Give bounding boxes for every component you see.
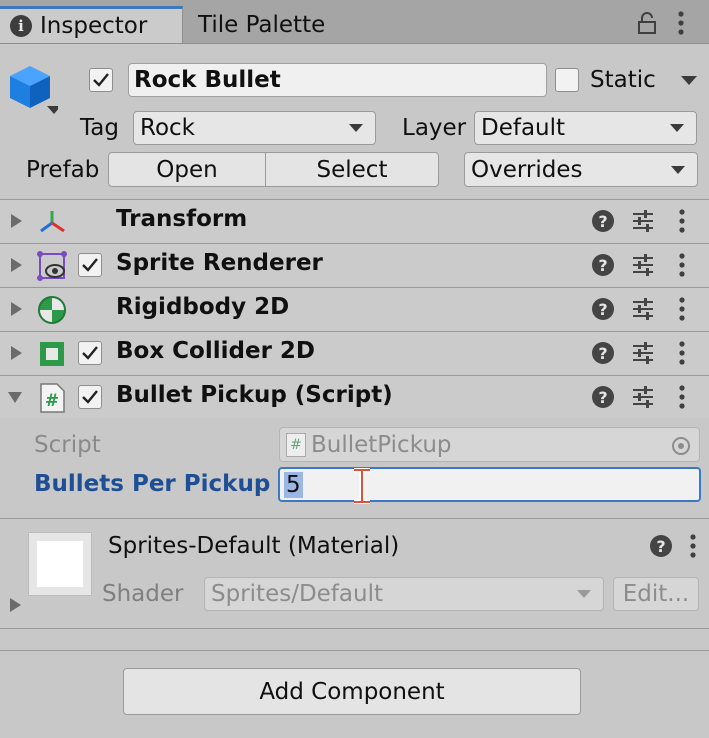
kebab-menu-icon[interactable] xyxy=(675,384,689,410)
material-preview-thumbnail xyxy=(28,532,92,596)
shader-dropdown: Sprites/Default xyxy=(204,577,604,611)
checkmark-icon xyxy=(82,258,98,272)
sprite-renderer-icon xyxy=(37,251,67,281)
foldout-arrow-icon[interactable] xyxy=(11,346,22,360)
overrides-dropdown[interactable]: Overrides xyxy=(464,152,698,187)
prefab-open-label: Open xyxy=(156,156,218,183)
foldout-arrow-icon[interactable] xyxy=(11,258,22,272)
text-cursor-icon xyxy=(354,468,370,504)
material-foldout-arrow-icon[interactable] xyxy=(10,598,21,612)
script-value: BulletPickup xyxy=(311,431,452,458)
preset-sliders-icon[interactable] xyxy=(632,342,654,364)
component-title: Transform xyxy=(116,206,248,232)
layer-dropdown[interactable]: Default xyxy=(474,111,697,145)
component-enabled-checkbox[interactable] xyxy=(78,253,102,277)
bullets-per-pickup-field[interactable]: 5 xyxy=(278,467,701,502)
chevron-down-icon xyxy=(577,590,591,598)
kebab-menu-icon[interactable] xyxy=(675,208,689,234)
checkmark-icon xyxy=(82,390,98,404)
rigidbody2d-icon xyxy=(38,296,66,324)
tag-value: Rock xyxy=(140,115,195,141)
component-title: Bullet Pickup (Script) xyxy=(116,382,393,408)
overrides-label: Overrides xyxy=(471,156,583,183)
kebab-menu-icon[interactable] xyxy=(672,10,690,36)
component-title: Box Collider 2D xyxy=(116,338,316,364)
component-header-rigidbody-2d[interactable]: Rigidbody 2D ? xyxy=(0,287,709,330)
object-picker-icon[interactable] xyxy=(671,436,691,456)
shader-edit-label: Edit... xyxy=(622,581,690,607)
help-icon[interactable]: ? xyxy=(592,298,614,320)
active-checkbox[interactable] xyxy=(89,68,113,92)
tag-label: Tag xyxy=(80,115,119,141)
static-dropdown-arrow-icon[interactable] xyxy=(681,76,697,85)
separator xyxy=(0,518,709,519)
component-header-sprite-renderer[interactable]: Sprite Renderer ? xyxy=(0,243,709,286)
tab-inspector[interactable]: i Inspector xyxy=(0,6,183,43)
help-icon[interactable]: ? xyxy=(592,254,614,276)
bullets-per-pickup-label: Bullets Per Pickup xyxy=(34,471,271,497)
kebab-menu-icon[interactable] xyxy=(686,533,700,559)
kebab-menu-icon[interactable] xyxy=(675,340,689,366)
tab-tile-palette-label: Tile Palette xyxy=(198,11,326,38)
component-title: Rigidbody 2D xyxy=(116,294,290,320)
component-header-transform[interactable]: Transform ? xyxy=(0,199,709,242)
object-name-field[interactable]: Rock Bullet xyxy=(128,63,547,97)
tag-dropdown[interactable]: Rock xyxy=(133,111,376,145)
checkmark-icon xyxy=(93,73,109,87)
help-icon[interactable]: ? xyxy=(650,535,672,557)
prefab-open-button[interactable]: Open xyxy=(108,152,266,187)
chevron-down-icon xyxy=(670,124,684,132)
help-icon[interactable]: ? xyxy=(592,342,614,364)
shader-label: Shader xyxy=(102,581,184,607)
svg-text:#: # xyxy=(45,391,59,411)
material-title: Sprites-Default (Material) xyxy=(108,533,400,559)
box-collider-icon xyxy=(40,342,64,366)
script-icon: # xyxy=(286,432,306,457)
kebab-menu-icon[interactable] xyxy=(675,296,689,322)
shader-edit-button: Edit... xyxy=(613,577,699,611)
gameobject-cube-icon[interactable] xyxy=(8,62,58,120)
prefab-label: Prefab xyxy=(26,157,100,183)
script-icon: # xyxy=(40,383,65,413)
layer-label: Layer xyxy=(402,115,467,141)
add-component-label: Add Component xyxy=(259,678,445,705)
info-icon: i xyxy=(10,15,32,37)
shader-value: Sprites/Default xyxy=(211,581,383,607)
preset-sliders-icon[interactable] xyxy=(632,210,654,232)
bullets-per-pickup-value: 5 xyxy=(284,471,303,498)
help-icon[interactable]: ? xyxy=(592,210,614,232)
tab-inspector-label: Inspector xyxy=(40,13,148,39)
help-icon[interactable]: ? xyxy=(592,386,614,408)
preset-sliders-icon[interactable] xyxy=(632,254,654,276)
script-label: Script xyxy=(34,432,101,458)
object-name-text: Rock Bullet xyxy=(134,67,281,93)
component-title: Sprite Renderer xyxy=(116,250,323,276)
layer-value: Default xyxy=(481,115,566,141)
kebab-menu-icon[interactable] xyxy=(675,252,689,278)
component-header-bullet-pickup[interactable]: # Bullet Pickup (Script) ? xyxy=(0,375,709,418)
prefab-select-label: Select xyxy=(316,156,388,183)
separator xyxy=(0,650,709,651)
lock-icon[interactable] xyxy=(637,12,657,34)
chevron-down-icon xyxy=(349,124,363,132)
separator xyxy=(0,628,709,629)
script-object-field: # BulletPickup xyxy=(279,427,700,462)
tab-bar: i Inspector Tile Palette xyxy=(0,0,709,44)
component-enabled-checkbox[interactable] xyxy=(78,341,102,365)
component-enabled-checkbox[interactable] xyxy=(78,385,102,409)
transform-icon xyxy=(40,211,65,233)
component-header-box-collider-2d[interactable]: Box Collider 2D ? xyxy=(0,331,709,374)
static-label: Static xyxy=(590,67,656,93)
preset-sliders-icon[interactable] xyxy=(632,298,654,320)
prefab-select-button[interactable]: Select xyxy=(265,152,439,187)
static-checkbox[interactable] xyxy=(555,68,579,92)
foldout-arrow-icon[interactable] xyxy=(11,214,22,228)
foldout-arrow-icon[interactable] xyxy=(8,392,22,403)
tab-tile-palette[interactable]: Tile Palette xyxy=(198,6,325,43)
preset-sliders-icon[interactable] xyxy=(632,386,654,408)
chevron-down-icon xyxy=(671,165,685,174)
add-component-button[interactable]: Add Component xyxy=(123,668,581,715)
checkmark-icon xyxy=(82,346,98,360)
foldout-arrow-icon[interactable] xyxy=(11,302,22,316)
